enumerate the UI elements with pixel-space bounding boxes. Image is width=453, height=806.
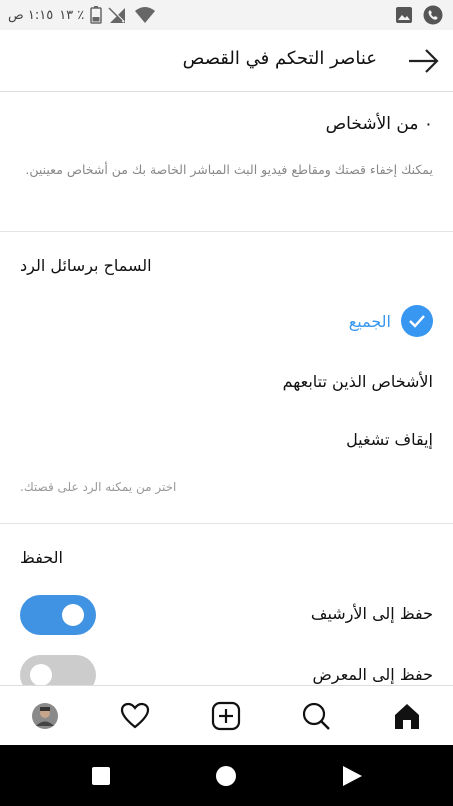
add-post-icon[interactable] (210, 700, 242, 732)
status-time: ١:١٥ ص (8, 7, 54, 23)
back-button-icon[interactable] (340, 764, 364, 788)
wifi-icon (135, 7, 156, 23)
save-to-gallery-label: حفظ إلى المعرض (312, 665, 433, 684)
reply-option-label: الأشخاص الذين تتابعهم (282, 372, 433, 391)
checkmark-icon (401, 305, 433, 337)
phone-notification-icon (423, 5, 443, 25)
recents-icon[interactable] (91, 766, 111, 786)
section-divider (0, 231, 453, 232)
no-signal-icon (108, 7, 126, 23)
toggle-knob (30, 664, 52, 685)
reply-option-following[interactable]: الأشخاص الذين تتابعهم (283, 372, 433, 391)
save-to-gallery-toggle[interactable] (20, 655, 96, 685)
battery-percent: ١٣ ٪ (59, 7, 85, 23)
hide-story-description: يمكنك إخفاء قصتك ومقاطع فيديو البث المبا… (25, 162, 433, 177)
status-bar: ١:١٥ ص ١٣ ٪ (0, 0, 453, 30)
section-divider (0, 523, 453, 524)
toggle-knob (62, 604, 84, 626)
reply-option-off[interactable]: إيقاف تشغيل (346, 430, 433, 449)
replies-section-title: السماح برسائل الرد (20, 256, 152, 275)
reply-option-everyone[interactable]: الجميع (349, 305, 433, 337)
android-navigation-bar (0, 745, 453, 806)
search-icon[interactable] (300, 700, 332, 732)
status-right (395, 5, 443, 25)
save-to-archive-toggle[interactable] (20, 595, 96, 635)
saving-section-title: الحفظ (20, 548, 63, 567)
home-icon[interactable] (391, 700, 423, 732)
top-app-bar: عناصر التحكم في القصص (0, 30, 453, 92)
heart-icon[interactable] (119, 700, 151, 732)
gallery-notification-icon (396, 7, 412, 23)
status-left: ١:١٥ ص ١٣ ٪ (8, 6, 156, 24)
reply-option-label: إيقاف تشغيل (346, 430, 433, 449)
hidden-people-count[interactable]: ٠ من الأشخاص (326, 114, 433, 134)
battery-icon (90, 6, 103, 24)
profile-avatar[interactable] (29, 700, 61, 732)
home-button-icon[interactable] (215, 765, 237, 787)
settings-content: ٠ من الأشخاص يمكنك إخفاء قصتك ومقاطع فيد… (0, 92, 453, 685)
save-to-archive-label: حفظ إلى الأرشيف (310, 604, 433, 623)
page-title: عناصر التحكم في القصص (182, 48, 377, 69)
replies-hint: اختر من يمكنه الرد على قصتك. (20, 480, 177, 494)
reply-option-label: الجميع (348, 311, 391, 331)
back-arrow-icon[interactable] (407, 48, 439, 74)
bottom-navigation (0, 685, 453, 746)
